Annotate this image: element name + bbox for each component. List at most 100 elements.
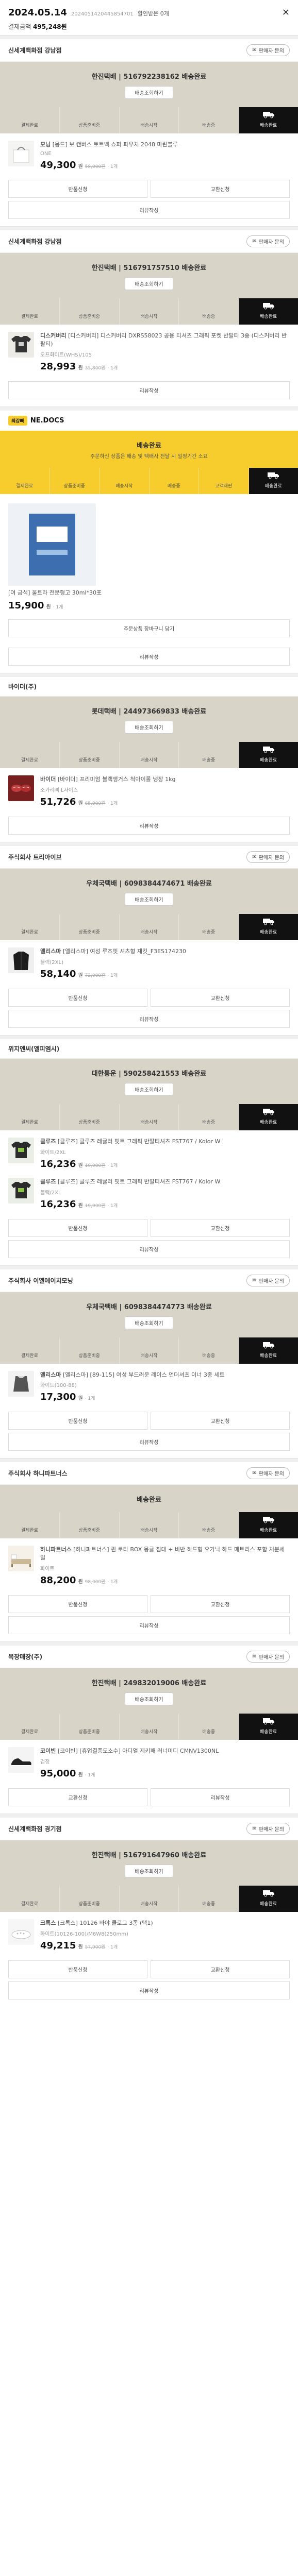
review-button[interactable]: 리뷰작성 xyxy=(8,200,290,219)
return-button[interactable]: 반품신청 xyxy=(8,1960,147,1979)
step-in-transit: 배송중 xyxy=(179,107,239,133)
step-preparing: 상품준비중 xyxy=(50,467,100,494)
seller-inquiry-button[interactable]: ✉ 판매자 문의 xyxy=(246,1651,290,1663)
store-header: 위지엔씨(엘피엠시) xyxy=(0,1039,298,1059)
item-name: [엘리스마] 여성 루즈핏 셔츠형 재킷_F3ES174230 xyxy=(62,947,186,955)
seller-inquiry-button[interactable]: ✉ 판매자 문의 xyxy=(246,44,290,56)
order-item[interactable]: 바이더 [바이더] 프리미엄 블랙앵거스 척아이롤 냉장 1kg 소가리뼈 L사… xyxy=(8,772,290,812)
track-delivery-button[interactable]: 배송조회하기 xyxy=(125,1865,173,1878)
return-button[interactable]: 반품신청 xyxy=(8,1218,147,1237)
track-delivery-button[interactable]: 배송조회하기 xyxy=(125,1692,173,1706)
step-shipped: 배송시작 xyxy=(120,741,179,768)
review-button[interactable]: 리뷰작성 xyxy=(151,1788,290,1807)
review-button[interactable]: 리뷰작성 xyxy=(8,647,290,666)
order-item[interactable]: 엘리스마 [엘리스마] 여성 루즈핏 셔츠형 재킷_F3ES174230 블랙(… xyxy=(8,944,290,985)
order-item[interactable]: 엘리스마 [엘리스마] [89-115] 여성 부드러운 레이스 언더셔츠 이너… xyxy=(8,1368,290,1408)
seller-inquiry-button[interactable]: ✉ 판매자 문의 xyxy=(246,1467,290,1480)
action-buttons: 반품신청 교환신청 리뷰작성 xyxy=(0,1591,298,1641)
add-to-cart-button[interactable]: 주문상품 장바구니 담기 xyxy=(8,619,290,637)
innerwear-icon xyxy=(13,1376,29,1392)
shipping-status-box: 한진택배 | 516791647960 배송완료 배송조회하기 xyxy=(0,1840,298,1886)
review-button[interactable]: 리뷰작성 xyxy=(8,1009,290,1028)
item-name: [하니파트너스] 퀸 로타 BOX 몽글 침대 + 비반 하드형 오가닉 하드 … xyxy=(40,1546,285,1562)
return-button[interactable]: 반품신청 xyxy=(8,1595,147,1614)
item-quantity: · 1개 xyxy=(107,1945,118,1951)
section-separator xyxy=(0,841,298,846)
exchange-button[interactable]: 교환신청 xyxy=(151,988,290,1007)
order-item[interactable]: [여 금석] 울트라 전문형고 30ml*30포 15,900 원 · 1개 xyxy=(8,498,290,616)
order-item[interactable]: 클루즈 [클루즈] 클루즈 레귤러 핏트 그래픽 반팔티셔츠 FST767 / … xyxy=(8,1134,290,1175)
step-label: 배송완료 xyxy=(260,929,277,935)
item-option: 블랙(2XL) xyxy=(40,959,63,965)
item-quantity: · 1개 xyxy=(107,801,118,806)
item-title: 바이더 [바이더] 프리미엄 블랙앵거스 척아이롤 냉장 1kg xyxy=(40,775,290,784)
exchange-button[interactable]: 교환신청 xyxy=(151,1595,290,1614)
item-option: 오프화이트(WHS)/105 xyxy=(40,352,92,358)
return-button[interactable]: 반품신청 xyxy=(8,1412,147,1430)
review-button[interactable]: 리뷰작성 xyxy=(8,381,290,399)
shipping-status-box: 롯데택배 | 244973669833 배송완료 배송조회하기 xyxy=(0,696,298,742)
bed-icon xyxy=(11,1554,31,1568)
inquiry-label: 판매자 문의 xyxy=(258,1278,284,1284)
delivery-steps: 결제완료 상품준비중 배송시작 배송중 배송완료 xyxy=(0,107,298,133)
item-pricing: 49,300 원 58,000원 · 1개 xyxy=(40,160,290,171)
exchange-button[interactable]: 교환신청 xyxy=(151,1218,290,1237)
chat-icon: ✉ xyxy=(252,1277,257,1283)
exchange-button[interactable]: 교환신청 xyxy=(8,1788,147,1807)
item-pricing: 51,726 원 65,900원 · 1개 xyxy=(40,796,290,807)
exchange-button[interactable]: 교환신청 xyxy=(151,179,290,198)
order-item[interactable]: 코이빈 [코이빈] [휴업결품도소수] 아디얼 제키패 러너미디 CMNV130… xyxy=(8,1744,290,1784)
seller-inquiry-button[interactable]: ✉ 판매자 문의 xyxy=(246,1823,290,1835)
currency: 원 xyxy=(78,1396,83,1402)
item-info: 디스커버리 [디스커버리] 디스커버리 DXRS58023 공용 티셔츠 그래픽… xyxy=(40,332,290,372)
return-button[interactable]: 반품신청 xyxy=(8,988,147,1007)
item-quantity: · 1개 xyxy=(107,164,118,170)
review-button[interactable]: 리뷰작성 xyxy=(8,1981,290,2000)
seller-inquiry-button[interactable]: ✉ 판매자 문의 xyxy=(246,1274,290,1286)
track-delivery-button[interactable]: 배송조회하기 xyxy=(125,1082,173,1096)
item-original-price: 98,000원 xyxy=(85,1580,106,1585)
item-price: 16,236 xyxy=(40,1198,76,1210)
step-shipped: 배송시작 xyxy=(120,1714,179,1740)
exchange-button[interactable]: 교환신청 xyxy=(151,1412,290,1430)
tote-bag-icon xyxy=(13,147,29,163)
order-item[interactable]: 디스커버리 [디스커버리] 디스커버리 DXRS58023 공용 티셔츠 그래픽… xyxy=(8,329,290,377)
section-separator xyxy=(0,672,298,677)
order-item[interactable]: 모닝 [몽드] 보 캔버스 토트백 쇼퍼 파우치 2048 마린블루 ONE 4… xyxy=(8,138,290,176)
store-name: 신세계백화점 강남점 xyxy=(8,47,62,54)
seller-inquiry-button[interactable]: ✉ 판매자 문의 xyxy=(246,235,290,247)
chat-icon: ✉ xyxy=(252,238,257,244)
item-info: 모닝 [몽드] 보 캔버스 토트백 쇼퍼 파우치 2048 마린블루 ONE 4… xyxy=(40,141,290,171)
item-list: 클루즈 [클루즈] 클루즈 레귤러 핏트 그래픽 반팔티셔츠 FST767 / … xyxy=(0,1130,298,1215)
track-delivery-button[interactable]: 배송조회하기 xyxy=(125,720,173,734)
exchange-button[interactable]: 교환신청 xyxy=(151,1960,290,1979)
step-delivered: 배송완료 xyxy=(239,741,298,768)
return-button[interactable]: 반품신청 xyxy=(8,179,147,198)
item-info: 하니파트너스 [하니파트너스] 퀸 로타 BOX 몽글 침대 + 비반 하드형 … xyxy=(40,1546,290,1586)
order-item[interactable]: 하니파트너스 [하니파트너스] 퀸 로타 BOX 몽글 침대 + 비반 하드형 … xyxy=(8,1543,290,1591)
review-button[interactable]: 리뷰작성 xyxy=(8,1240,290,1258)
close-icon[interactable]: ✕ xyxy=(282,7,290,18)
item-original-price: 57,900원 xyxy=(85,1945,106,1951)
track-delivery-button[interactable]: 배송조회하기 xyxy=(125,892,173,906)
step-shipped: 배송시작 xyxy=(120,107,179,133)
action-buttons: 반품신청 교환신청 리뷰작성 xyxy=(0,1408,298,1458)
seller-inquiry-button[interactable]: ✉ 판매자 문의 xyxy=(246,851,290,863)
step-delivered: 배송완료 xyxy=(239,1714,298,1740)
item-brand: 하니파트너스 xyxy=(40,1546,72,1553)
track-delivery-button[interactable]: 배송조회하기 xyxy=(125,86,173,99)
track-delivery-button[interactable]: 배송조회하기 xyxy=(125,277,173,290)
order-item[interactable]: 크록스 [크록스] 10126 바야 클로그 3종 (택1) 화이트(10126… xyxy=(8,1916,290,1956)
shipping-status-box: 대한통운 | 590258421553 배송완료 배송조회하기 xyxy=(0,1058,298,1104)
order-item[interactable]: 클루즈 [클루즈] 클루즈 레귤러 핏트 그래픽 반팔티셔츠 FST767 / … xyxy=(8,1175,290,1215)
product-image xyxy=(8,775,34,801)
shipping-status-box: 한진택배 | 516791757510 배송완료 배송조회하기 xyxy=(0,252,298,298)
review-button[interactable]: 리뷰작성 xyxy=(8,1616,290,1635)
review-button[interactable]: 리뷰작성 xyxy=(8,816,290,835)
store-name: 주식회사 하니파트너스 xyxy=(8,1470,68,1478)
delivery-steps: 결제완료 상품준비중 배송시작 배송중 배송완료 xyxy=(0,741,298,768)
item-name: [여 금석] 울트라 전문형고 30ml*30포 xyxy=(8,589,102,596)
action-buttons: 반품신청 교환신청 리뷰작성 xyxy=(0,176,298,226)
track-delivery-button[interactable]: 배송조회하기 xyxy=(125,1316,173,1329)
review-button[interactable]: 리뷰작성 xyxy=(8,1433,290,1451)
